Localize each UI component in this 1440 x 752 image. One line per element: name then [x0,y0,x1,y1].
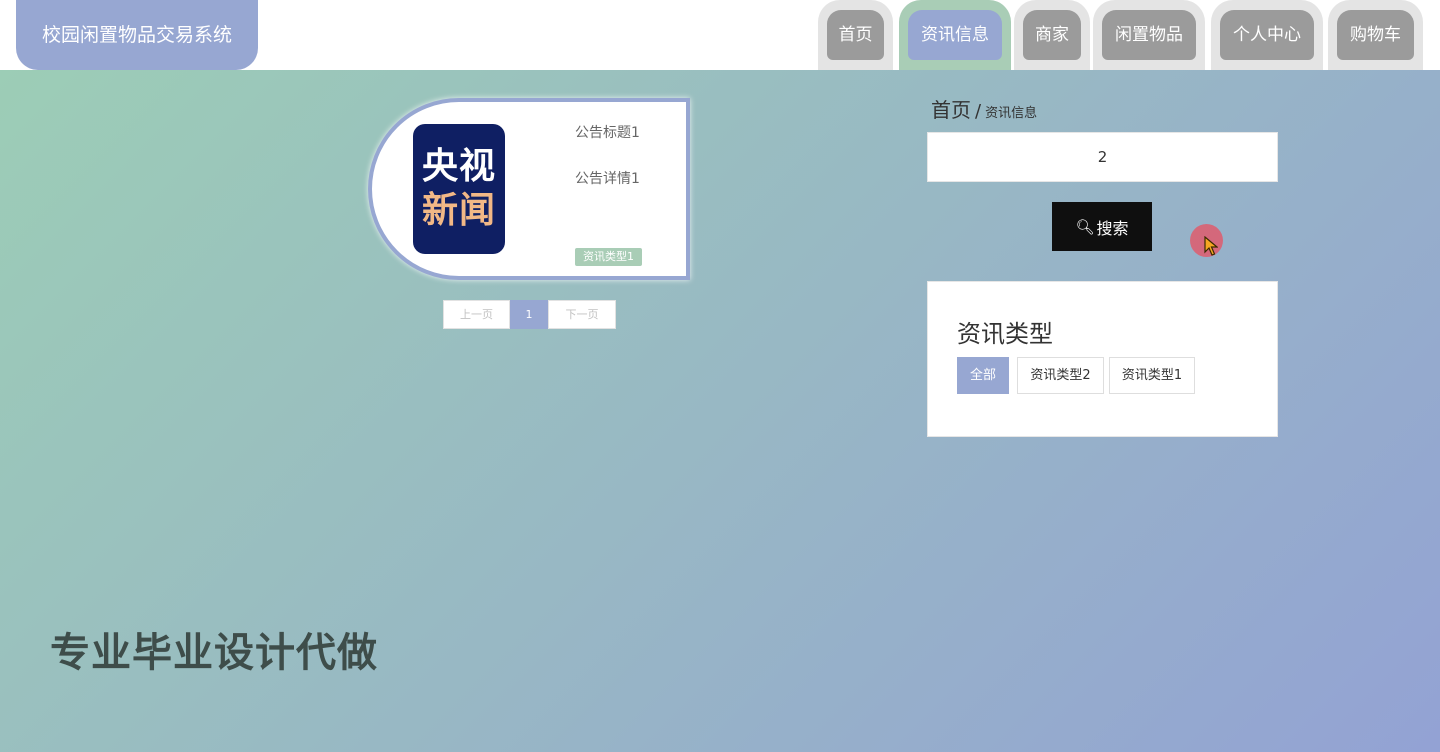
nav-item-idle-goods[interactable]: 闲置物品 [1093,0,1205,70]
page-number-button[interactable]: 1 [510,300,548,329]
nav-item-home[interactable]: 首页 [818,0,893,70]
prev-page-button[interactable]: 上一页 [443,300,510,329]
news-title: 公告标题1 [575,125,640,141]
news-logo-image: 央视 新闻 [413,124,505,254]
type-filter-type1[interactable]: 资讯类型1 [1109,357,1195,394]
mouse-cursor-icon [1190,222,1224,260]
main-nav: 首页 资讯信息 商家 闲置物品 个人中心 购物车 [0,0,1440,70]
nav-item-label: 首页 [827,10,884,60]
search-icon: 🔍︎ [1075,217,1095,236]
logo-text-line2: 新闻 [421,190,496,231]
nav-item-label: 个人中心 [1220,10,1314,60]
nav-item-cart[interactable]: 购物车 [1328,0,1423,70]
logo-text-line1: 央视 [421,146,496,187]
watermark-text: 专业毕业设计代做 [50,630,378,676]
breadcrumb-current: 资讯信息 [985,106,1038,121]
type-filter-all[interactable]: 全部 [957,357,1009,394]
nav-item-merchants[interactable]: 商家 [1014,0,1090,70]
nav-item-label: 购物车 [1337,10,1414,60]
type-filter-type2[interactable]: 资讯类型2 [1017,357,1104,394]
nav-item-label: 闲置物品 [1102,10,1196,60]
nav-item-label: 商家 [1023,10,1081,60]
main-content: 央视 新闻 公告标题1 公告详情1 资讯类型1 上一页 1 下一页 首页 / 资讯信… [0,70,1440,752]
nav-item-label: 资讯信息 [908,10,1002,60]
next-page-button[interactable]: 下一页 [548,300,616,329]
pagination: 上一页 1 下一页 [443,300,616,329]
nav-item-user-center[interactable]: 个人中心 [1211,0,1323,70]
search-button[interactable]: 🔍︎ 搜索 [1052,202,1152,251]
news-type-tag: 资讯类型1 [575,248,642,266]
breadcrumb-home[interactable]: 首页 [931,98,971,122]
cursor-arrow-icon [1204,236,1218,256]
nav-item-news[interactable]: 资讯信息 [899,0,1011,70]
top-navbar: 校园闲置物品交易系统 首页 资讯信息 商家 闲置物品 个人中心 购物车 [0,0,1440,70]
search-button-label: 搜索 [1096,218,1129,238]
breadcrumb: 首页 / 资讯信息 [931,94,1037,123]
breadcrumb-separator: / [975,101,982,122]
news-card[interactable]: 央视 新闻 公告标题1 公告详情1 资讯类型1 [368,98,690,280]
news-detail: 公告详情1 [575,171,640,187]
search-input[interactable] [927,132,1278,182]
news-types-panel: 资讯类型 全部 资讯类型2 资讯类型1 [927,281,1278,437]
news-types-title: 资讯类型 [957,320,1053,348]
